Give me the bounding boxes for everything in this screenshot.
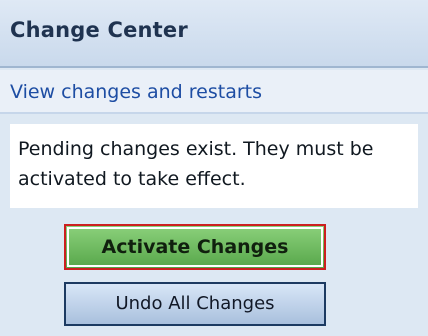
undo-all-changes-button[interactable]: Undo All Changes [64, 282, 326, 326]
change-center-header: Change Center [0, 0, 428, 68]
change-center-panel: Change Center View changes and restarts … [0, 0, 428, 336]
change-center-title: Change Center [10, 18, 188, 42]
pending-changes-message: Pending changes exist. They must be acti… [18, 138, 374, 190]
pending-changes-message-box: Pending changes exist. They must be acti… [10, 124, 418, 208]
view-changes-row: View changes and restarts [0, 70, 428, 114]
view-changes-link[interactable]: View changes and restarts [10, 81, 262, 103]
activate-changes-button[interactable]: Activate Changes [64, 224, 326, 270]
